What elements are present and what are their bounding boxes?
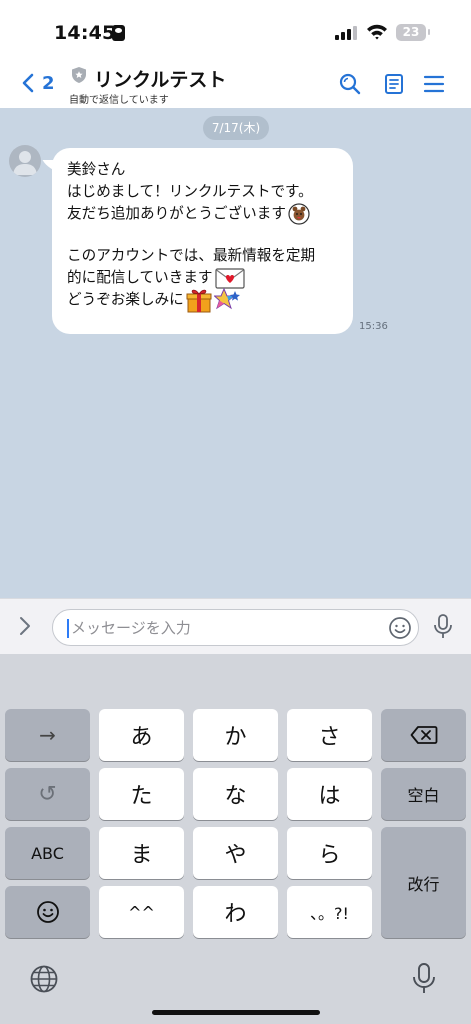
kana-key-sa[interactable]: さ <box>287 709 372 761</box>
chevron-right-icon[interactable] <box>14 615 36 637</box>
backspace-icon <box>410 726 437 744</box>
default-avatar-icon <box>13 151 37 175</box>
message-input[interactable] <box>71 610 371 645</box>
status-time: 14:45 <box>54 22 116 44</box>
abc-key[interactable]: ABC <box>5 827 90 879</box>
chat-title: リンクルテスト <box>94 69 227 91</box>
kaomoji-key[interactable]: ^^ <box>99 886 184 938</box>
message-line: このアカウントでは、最新情報を定期 <box>67 247 316 264</box>
message-line: 美鈴さん <box>67 161 126 178</box>
unread-count: 2 <box>42 72 55 94</box>
message-text: 的に配信していきます <box>67 269 213 286</box>
auto-reply-status: 自動で返信しています <box>69 95 169 106</box>
chat-header: 2 リンクルテスト 自動で返信しています <box>0 60 471 108</box>
japanese-keyboard: → あ か さ ↺ た な は 空白 ABC ま や ら 改行 ^^ わ 、。?… <box>0 654 471 1024</box>
emoji-key[interactable] <box>5 886 90 938</box>
kana-key-a[interactable]: あ <box>99 709 184 761</box>
status-bar: 14:45 23 <box>0 0 471 60</box>
kana-key-ha[interactable]: は <box>287 768 372 820</box>
date-separator: 7/17(木) <box>203 116 269 140</box>
search-icon[interactable] <box>338 72 362 96</box>
undo-key[interactable]: ↺ <box>5 768 90 820</box>
kana-key-wa[interactable]: わ <box>193 886 278 938</box>
kana-key-ya[interactable]: や <box>193 827 278 879</box>
globe-icon[interactable] <box>29 964 59 994</box>
message-input-bar <box>0 598 471 654</box>
message-text: どうぞお楽しみに <box>67 291 184 308</box>
chevron-left-icon <box>22 73 34 93</box>
kana-key-na[interactable]: な <box>193 768 278 820</box>
notes-icon[interactable] <box>382 72 406 96</box>
back-button[interactable]: 2 <box>22 70 55 96</box>
message-field[interactable] <box>52 609 419 646</box>
emoji-icon[interactable] <box>388 616 412 640</box>
dictation-microphone-icon[interactable] <box>410 962 438 996</box>
space-key[interactable]: 空白 <box>381 768 466 820</box>
arrow-key[interactable]: → <box>5 709 90 761</box>
emoji-icon <box>36 901 59 923</box>
kana-key-ta[interactable]: た <box>99 768 184 820</box>
punctuation-key[interactable]: 、。?! <box>287 886 372 938</box>
message-line: 的に配信していきます <box>67 267 353 289</box>
delete-key[interactable] <box>381 709 466 761</box>
shield-icon <box>72 67 86 83</box>
kana-key-ma[interactable]: ま <box>99 827 184 879</box>
smiling-brown-bear-emoji <box>288 203 310 225</box>
battery-level: 23 <box>396 24 430 41</box>
message-bubble[interactable]: 美鈴さん はじめまして！リンクルテストです。 友だち追加ありがとうございます こ… <box>52 148 353 334</box>
gift-emoji <box>186 289 212 313</box>
message-timestamp: 15:36 <box>359 321 388 332</box>
cellular-signal-icon <box>335 26 357 40</box>
return-key[interactable]: 改行 <box>381 827 466 938</box>
chat-area[interactable]: 7/17(木) 美鈴さん はじめまして！リンクルテストです。 友だち追加ありがと… <box>0 108 471 598</box>
focus-mode-icon <box>112 25 125 41</box>
message-text: 友だち追加ありがとうございます <box>67 205 286 222</box>
home-indicator <box>152 1010 320 1015</box>
wifi-icon <box>367 24 387 40</box>
kana-key-ra[interactable]: ら <box>287 827 372 879</box>
message-line: どうぞお楽しみに <box>67 287 353 313</box>
menu-icon[interactable] <box>422 72 446 96</box>
shooting-star-emoji <box>213 287 240 310</box>
message-line: 友だち追加ありがとうございます <box>67 203 353 225</box>
kana-key-ka[interactable]: か <box>193 709 278 761</box>
microphone-icon[interactable] <box>431 613 455 641</box>
text-caret <box>67 619 69 638</box>
message-line: はじめまして！リンクルテストです。 <box>67 183 313 200</box>
avatar[interactable] <box>9 145 41 177</box>
